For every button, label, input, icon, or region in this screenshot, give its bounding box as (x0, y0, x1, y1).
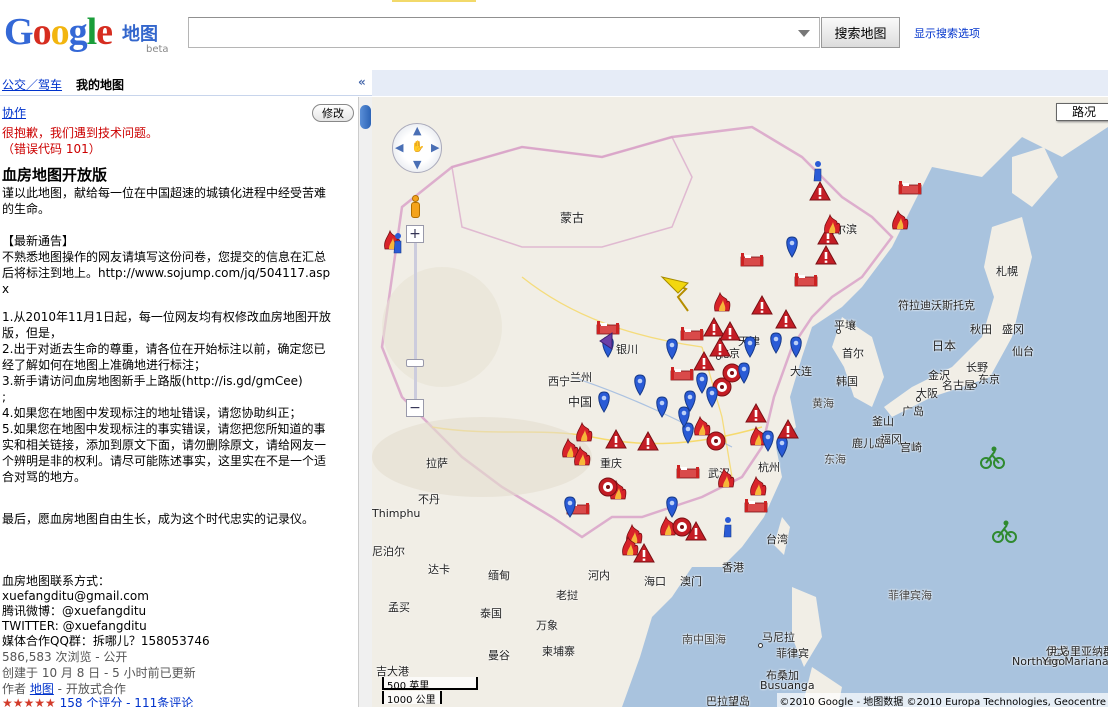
traffic-button[interactable]: 路况 (1056, 103, 1108, 121)
view-count: 586,583 次浏览 - 公开 (2, 650, 128, 664)
rating-comments-link[interactable]: 158 个评分 - 111条评论 (60, 696, 194, 707)
rating-stars[interactable]: ★★★★★ (2, 696, 56, 707)
contact-email: xuefangditu@gmail.com (2, 589, 149, 603)
show-search-options-link[interactable]: 显示搜索选项 (914, 25, 980, 41)
zoom-slider-track[interactable] (414, 243, 417, 401)
scrollbar-thumb[interactable] (360, 105, 371, 129)
collaborate-link[interactable]: 协作 (2, 105, 26, 121)
zoom-out-button[interactable]: − (406, 399, 424, 417)
sidebar-panel: 协作 很抱歉，我们遇到技术问题。 （错误代码 101） 血房地图开放版 谨以此地… (0, 97, 358, 707)
author-prefix: 作者 (2, 682, 27, 696)
logo-subtitle: 地图 (122, 24, 158, 45)
error-message: 很抱歉，我们遇到技术问题。 (2, 126, 159, 140)
hand-icon[interactable]: ✋ (411, 140, 425, 153)
incident-markers-layer[interactable] (372, 97, 1108, 707)
copyright-data: 地图数据 ©2010 Europa Technologies, Geocentr… (863, 697, 1106, 707)
active-tab-indicator (392, 0, 476, 2)
tab-my-maps[interactable]: 我的地图 (76, 76, 124, 93)
contact-qq-group: 媒体合作QQ群：拆哪儿？158053746 (2, 634, 210, 648)
scale-miles: 500 英里 (382, 677, 478, 692)
tab-transit-directions[interactable]: 公交／驾车 (2, 76, 62, 93)
edit-button[interactable]: 修改 (312, 104, 354, 122)
pan-control[interactable]: ▲ ◀ ▶ ▼ ✋ (392, 123, 442, 173)
author-link[interactable]: 地图 (30, 682, 54, 696)
google-maps-logo[interactable]: Google 地图 beta (4, 10, 174, 56)
zoom-slider-handle[interactable] (406, 359, 424, 367)
author-suffix: - 开放式合作 (53, 682, 126, 696)
search-history-dropdown-icon[interactable] (798, 30, 810, 37)
closing-text: 最后，愿血房地图自由生长，成为这个时代忠实的记录仪。 (2, 512, 315, 526)
copyright-google: ©2010 Google (779, 697, 854, 707)
pan-right-icon[interactable]: ▶ (431, 141, 439, 154)
contact-weibo: 腾讯微博：@xuefangditu (2, 604, 147, 618)
map-description: 谨以此地图，献给每一位在中国超速的城镇化进程中经受苦难的生命。 (2, 186, 327, 216)
pan-down-icon[interactable]: ▼ (413, 158, 421, 171)
map-scale: 500 英里 1000 公里 (382, 677, 482, 706)
map-copyright: ©2010 Google - 地图数据 ©2010 Europa Technol… (777, 693, 1108, 707)
created-updated-info: 创建于 10 月 8 日 - 5 小时前已更新 (2, 666, 196, 680)
contact-twitter: TWITTER: @xuefangditu (2, 619, 147, 633)
rating-info: ★★★★★ 158 个评分 - 111条评论 (2, 695, 193, 707)
sidebar-tab-bar: 公交／驾车 我的地图 « (0, 70, 372, 96)
scale-km: 1000 公里 (382, 691, 442, 706)
zoom-in-button[interactable]: + (406, 225, 424, 243)
search-maps-button[interactable]: 搜索地图 (821, 17, 900, 48)
rules-text: 1.从2010年11月1日起，每一位网友均有权修改血房地图开放版，但是， 2.出… (2, 310, 331, 484)
logo-text: Google (4, 11, 113, 53)
search-input[interactable] (188, 17, 820, 48)
beta-badge: beta (146, 44, 169, 55)
pan-left-icon[interactable]: ◀ (395, 141, 403, 154)
latest-notice-heading: 【最新通告】 (2, 234, 75, 248)
error-code: （错误代码 101） (2, 142, 101, 156)
contact-heading: 血房地图联系方式： (2, 574, 111, 588)
collapse-sidebar-icon[interactable]: « (358, 75, 366, 89)
map-title: 血房地图开放版 (2, 166, 108, 184)
map-canvas[interactable]: 蒙古 中国 哈尔滨 北京 天津 银川 兰州 西宁 重庆 武汉 杭州 拉萨 不丹 … (372, 97, 1108, 707)
sidebar-scrollbar[interactable] (358, 97, 372, 707)
latest-notice-text: 不熟悉地图操作的网友请填写这份问卷，您提交的信息在汇总后将标注到地上。http:… (2, 250, 331, 296)
map-top-bar (372, 70, 1108, 96)
pan-up-icon[interactable]: ▲ (413, 124, 421, 137)
street-view-pegman-icon[interactable] (408, 195, 422, 219)
header: Google 地图 beta 搜索地图 显示搜索选项 (0, 0, 1108, 68)
